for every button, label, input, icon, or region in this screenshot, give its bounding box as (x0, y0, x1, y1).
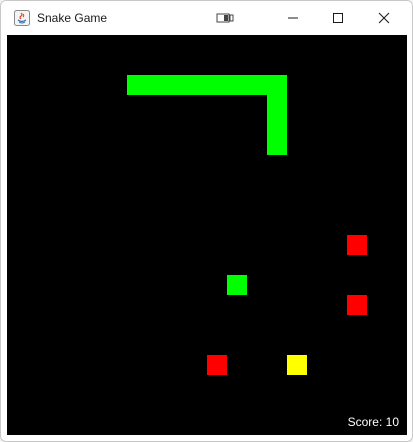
green-block (227, 275, 247, 295)
food-red (347, 295, 367, 315)
window-title: Snake Game (37, 11, 108, 25)
maximize-button[interactable] (315, 1, 361, 35)
minimize-icon (287, 12, 299, 24)
snake-body-vertical (267, 95, 287, 155)
snap-layout-icon (216, 12, 234, 24)
food-red (347, 235, 367, 255)
java-app-icon (14, 10, 30, 26)
snake-body-horizontal (127, 75, 287, 95)
bonus-yellow (287, 355, 307, 375)
title-bar[interactable]: Snake Game (1, 1, 412, 35)
food-red (207, 355, 227, 375)
minimize-button[interactable] (270, 1, 316, 35)
close-button[interactable] (361, 1, 407, 35)
game-board[interactable]: Score: 10 (7, 35, 407, 435)
close-icon (378, 12, 390, 24)
maximize-icon (332, 12, 344, 24)
score-label: Score: 10 (347, 415, 399, 429)
snap-layout-button[interactable] (202, 1, 248, 35)
app-window: Snake Game Score: 10 (0, 0, 413, 442)
